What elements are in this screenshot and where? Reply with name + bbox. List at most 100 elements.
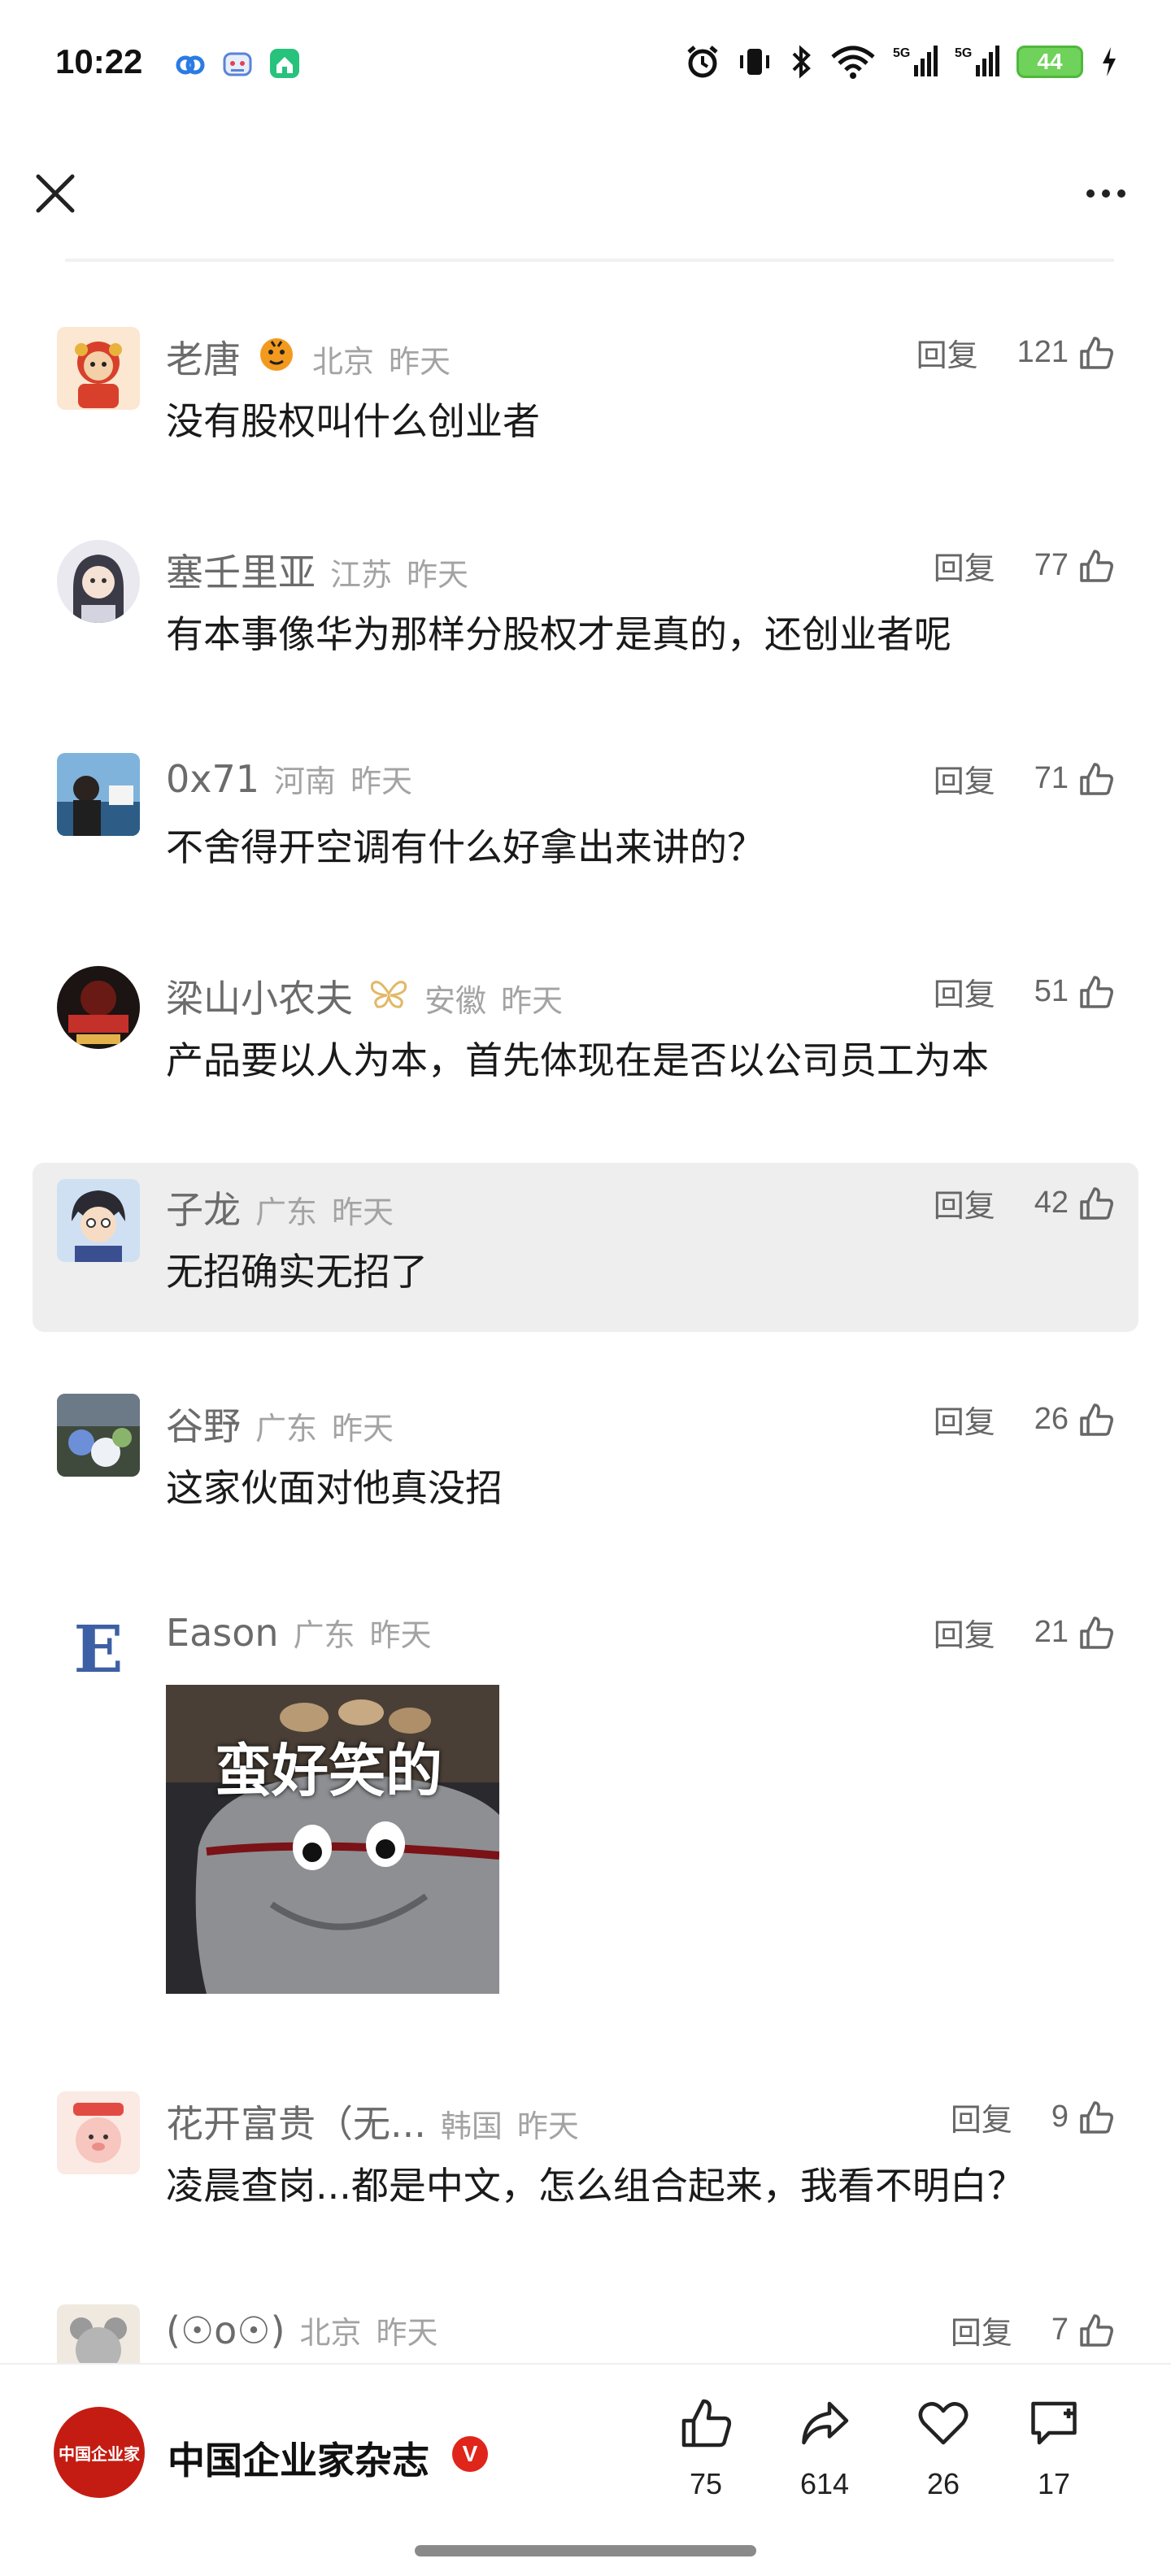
thumb-up-icon[interactable] <box>1078 974 1114 1010</box>
comment-button[interactable]: 17 <box>1005 2391 1103 2501</box>
reply-button[interactable]: 回复 <box>934 543 995 588</box>
reply-button[interactable]: 回复 <box>934 1610 995 1655</box>
thumb-up-icon[interactable] <box>1078 2100 1114 2135</box>
svg-text:E: E <box>74 1611 124 1687</box>
like-count: 51 <box>1034 974 1069 1008</box>
comment-item: 塞壬里亚 江苏 昨天 回复 77 有本事像华为那样分股权才是真的，还创业者呢 <box>33 522 1138 701</box>
home-indicator[interactable] <box>415 2545 756 2556</box>
comment-location: 安徽 <box>424 983 487 1019</box>
avatar[interactable] <box>57 327 140 410</box>
publisher-logo[interactable]: 中国企业家 <box>54 2407 145 2498</box>
comment-location: 广东 <box>255 1194 318 1230</box>
thumb-up-icon <box>681 2399 732 2448</box>
vibrate-icon <box>740 49 769 75</box>
username[interactable]: 老唐 <box>166 330 241 384</box>
username[interactable]: 梁山小农夫 <box>166 969 353 1023</box>
reply-button[interactable]: 回复 <box>934 969 995 1014</box>
share-icon <box>802 2401 849 2445</box>
comment-text: 没有股权叫什么创业者 <box>166 399 540 443</box>
comment-item: 谷野 广东 昨天 回复 26 这家伙面对他真没招 <box>33 1376 1138 1555</box>
comment-text: 这家伙面对他真没招 <box>166 1466 503 1510</box>
comment-location: 北京 <box>312 344 375 380</box>
reply-button[interactable]: 回复 <box>934 1181 995 1225</box>
like-total: 75 <box>689 2467 723 2500</box>
wifi-icon <box>831 46 875 79</box>
comment-location: 韩国 <box>440 2108 503 2144</box>
comment-image[interactable]: 蛮好笑的 <box>166 1685 499 1994</box>
battery-indicator: 44 <box>1016 46 1083 78</box>
reply-button[interactable]: 回复 <box>934 1397 995 1442</box>
signal-icon: 5G <box>893 46 938 76</box>
like-count: 21 <box>1034 1615 1069 1649</box>
like-count: 42 <box>1034 1186 1069 1220</box>
thumb-up-icon[interactable] <box>1078 1615 1114 1651</box>
avatar[interactable] <box>57 753 140 836</box>
comment-text: 凌晨查岗...都是中文，怎么组合起来，我看不明白？ <box>166 2164 1025 2208</box>
comment-time: 昨天 <box>369 1617 432 1653</box>
thumb-up-icon[interactable] <box>1078 335 1114 371</box>
publisher-name[interactable]: 中国企业家杂志 <box>168 2431 429 2485</box>
comment-location: 北京 <box>299 2315 362 2351</box>
svg-text:5G: 5G <box>955 46 972 60</box>
cloud-app-icon <box>176 55 205 75</box>
like-count: 7 <box>1051 2313 1069 2347</box>
comment-icon <box>1031 2401 1077 2445</box>
comment-text: 不舍得开空调有什么好拿出来讲的？ <box>166 825 764 869</box>
avatar[interactable] <box>57 2091 140 2174</box>
avatar[interactable] <box>57 540 140 623</box>
signal-icon-2: 5G <box>955 46 999 76</box>
username[interactable]: 谷野 <box>166 1397 241 1451</box>
comment-text: 有本事像华为那样分股权才是真的，还创业者呢 <box>166 612 951 656</box>
status-time: 10:22 <box>55 42 143 80</box>
comment-time: 昨天 <box>389 344 451 380</box>
comment-time: 昨天 <box>407 557 469 593</box>
svg-text:5G: 5G <box>893 46 910 60</box>
notification-icons <box>174 47 301 80</box>
comment-time: 昨天 <box>376 2315 438 2351</box>
avatar[interactable]: E <box>57 1607 140 1690</box>
reply-button[interactable]: 回复 <box>916 330 978 375</box>
comment-item: 老唐 北京 昨天 回复 121 没有股权叫什么创业者 <box>33 309 1138 488</box>
comment-item: 花开富贵（无... 韩国 昨天 回复 9 凌晨查岗...都是中文，怎么组合起来，… <box>33 2073 1138 2252</box>
username[interactable]: 0x71 <box>166 757 259 801</box>
like-count: 9 <box>1051 2100 1069 2134</box>
robot-app-icon <box>223 52 252 76</box>
like-count: 26 <box>1034 1402 1069 1436</box>
close-button[interactable] <box>29 168 81 220</box>
favorite-button[interactable]: 26 <box>895 2391 992 2501</box>
comment-time: 昨天 <box>332 1411 394 1447</box>
share-button[interactable]: 614 <box>776 2391 873 2501</box>
avatar[interactable] <box>57 966 140 1049</box>
username[interactable]: 子龙 <box>166 1181 241 1234</box>
like-button[interactable]: 75 <box>657 2391 755 2501</box>
home-app-icon <box>270 49 299 78</box>
username[interactable]: 花开富贵（无... <box>166 2095 426 2148</box>
verified-badge: V <box>452 2436 488 2472</box>
comment-time: 昨天 <box>516 2108 579 2144</box>
comment-item: 0x71 河南 昨天 回复 71 不舍得开空调有什么好拿出来讲的？ <box>33 735 1138 914</box>
system-icons: 5G 5G 44 <box>685 44 1119 80</box>
username[interactable]: 塞壬里亚 <box>166 543 316 597</box>
thumb-up-icon[interactable] <box>1078 2313 1114 2348</box>
more-button[interactable] <box>1073 168 1138 220</box>
comment-time: 昨天 <box>350 764 413 799</box>
avatar[interactable] <box>57 2304 140 2363</box>
charging-icon <box>1103 47 1116 76</box>
reply-button[interactable]: 回复 <box>951 2308 1012 2352</box>
reply-button[interactable]: 回复 <box>934 756 995 801</box>
thumb-up-icon[interactable] <box>1078 548 1114 584</box>
butterfly-badge-icon <box>370 981 407 1008</box>
thumb-up-icon[interactable] <box>1078 1402 1114 1438</box>
close-icon <box>36 174 75 213</box>
avatar[interactable] <box>57 1179 140 1262</box>
comment-location: 广东 <box>293 1617 355 1653</box>
comment-text: 无招确实无招了 <box>166 1250 428 1294</box>
thumb-up-icon[interactable] <box>1078 1186 1114 1221</box>
reply-button[interactable]: 回复 <box>951 2095 1012 2139</box>
comment-item-highlighted: 子龙 广东 昨天 回复 42 无招确实无招了 <box>33 1163 1138 1332</box>
avatar[interactable] <box>57 1394 140 1477</box>
username[interactable]: Eason <box>166 1611 279 1655</box>
thumb-up-icon[interactable] <box>1078 761 1114 797</box>
username[interactable]: (☉o☉) <box>166 2308 285 2352</box>
tiger-badge-icon <box>260 338 293 371</box>
